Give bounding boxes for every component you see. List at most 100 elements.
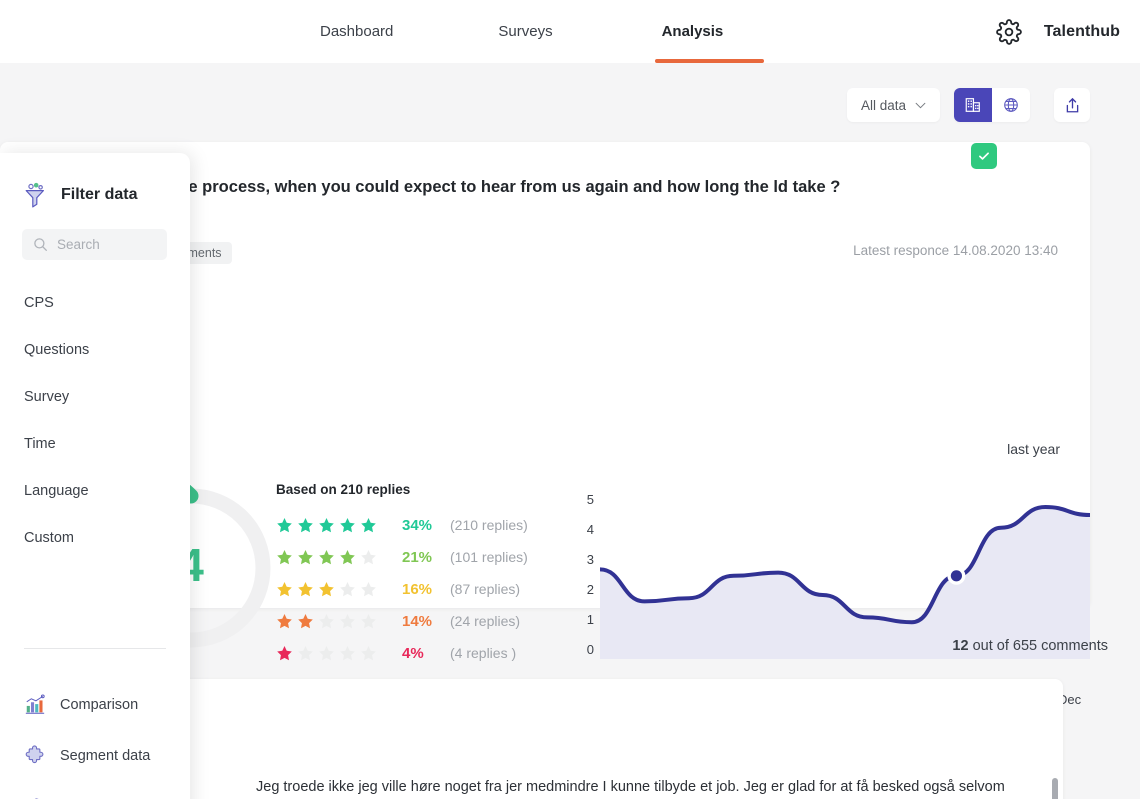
- filter-item-survey[interactable]: Survey: [24, 373, 174, 420]
- chart-highlight-point[interactable]: [600, 499, 1090, 659]
- star-icon: [361, 549, 376, 564]
- share-upload-icon: [1066, 97, 1078, 112]
- star-icon: [340, 517, 355, 532]
- comments-count-text: out of 655 comments: [968, 638, 1108, 654]
- star-icon: [340, 549, 355, 564]
- distribution-replies: (101 replies): [450, 549, 528, 565]
- filter-panel-title: Filter data: [61, 186, 138, 203]
- nav-right-group: Talenthub: [996, 0, 1120, 63]
- star-icon: [319, 613, 334, 628]
- export-button[interactable]: [1054, 88, 1090, 122]
- chart-plot-area: [600, 499, 1090, 659]
- star-icon: [319, 645, 334, 660]
- distribution-replies: (4 replies ): [450, 645, 517, 661]
- search-box[interactable]: [22, 229, 167, 260]
- chart-period-label: last year: [1007, 441, 1060, 457]
- top-navigation-bar: Dashboard Surveys Analysis Talenthub: [0, 0, 1140, 63]
- distribution-percent: 21%: [402, 548, 433, 566]
- star-icon: [340, 645, 355, 660]
- bar-chart-icon: [25, 694, 45, 714]
- app-root: Dashboard Surveys Analysis Talenthub All…: [0, 0, 1140, 799]
- puzzle-icon: [25, 744, 44, 763]
- filter-panel-header: Filter data: [22, 181, 137, 209]
- filter-tools-list: Comparison Segment data Saved filters: [24, 679, 184, 799]
- tool-saved-filters[interactable]: Saved filters: [24, 781, 184, 799]
- distribution-replies: (24 replies): [450, 613, 521, 629]
- rating-distribution: Based on 210 replies 34% (210 replies) 21%…: [276, 482, 528, 669]
- distribution-row[interactable]: 16% (87 replies): [276, 573, 528, 605]
- globe-icon: [1004, 98, 1018, 112]
- filter-item-questions[interactable]: Questions: [24, 326, 174, 373]
- star-rating: [276, 517, 388, 534]
- active-tab-underline: [655, 59, 764, 63]
- building-icon: [965, 98, 980, 112]
- star-icon: [361, 581, 376, 596]
- star-icon: [361, 613, 376, 628]
- gear-icon[interactable]: [996, 18, 1022, 45]
- comments-count: 12 out of 655 comments: [952, 638, 1108, 654]
- star-icon: [277, 549, 292, 564]
- distribution-percent: 4%: [402, 644, 424, 662]
- tab-analysis[interactable]: Analysis: [662, 0, 724, 63]
- tool-label: Segment data: [60, 747, 151, 764]
- filter-item-label: Custom: [24, 529, 74, 546]
- tab-dashboard-label: Dashboard: [320, 23, 394, 40]
- panel-divider: [24, 648, 166, 649]
- filter-item-label: Survey: [24, 388, 70, 405]
- star-icon: [298, 549, 313, 564]
- filter-item-language[interactable]: Language: [24, 467, 174, 514]
- chevron-down-icon: [915, 102, 926, 108]
- tool-comparison[interactable]: Comparison: [24, 679, 184, 730]
- star-icon: [319, 517, 334, 532]
- check-icon: [979, 152, 989, 160]
- global-view-button[interactable]: [992, 88, 1030, 122]
- distribution-row[interactable]: 14% (24 replies): [276, 605, 528, 637]
- star-icon: [277, 581, 292, 596]
- status-badge: [971, 143, 997, 169]
- distribution-rows: 34% (210 replies) 21% (101 replies) 16% (87 r…: [276, 509, 528, 669]
- pie-chart-icon: [35, 797, 40, 799]
- chart-y-axis: 5 4 3 2 1 0: [578, 485, 594, 665]
- search-input[interactable]: [57, 237, 149, 252]
- filter-item-cps[interactable]: CPS: [24, 279, 174, 326]
- brand-name: Talenthub: [1043, 22, 1120, 40]
- tool-segment-data[interactable]: Segment data: [24, 730, 184, 781]
- tab-surveys[interactable]: Surveys: [498, 0, 552, 63]
- filter-panel: Filter data CPS Questions Survey Time Langua…: [0, 153, 190, 799]
- filter-funnel-icon: [25, 182, 44, 208]
- distribution-row[interactable]: 4% (4 replies ): [276, 637, 528, 669]
- filter-item-label: Questions: [24, 341, 90, 358]
- page-body: All data y from the start of the process…: [0, 63, 1140, 799]
- filter-item-label: Time: [24, 435, 56, 452]
- view-toggle-group: [954, 88, 1030, 122]
- filter-category-list: CPS Questions Survey Time Language Custom: [24, 279, 174, 561]
- distribution-row[interactable]: 21% (101 replies): [276, 541, 528, 573]
- star-icon: [340, 581, 355, 596]
- star-icon: [298, 645, 313, 660]
- distribution-percent: 14%: [402, 612, 433, 630]
- trend-chart: last year 543210 JanFebMarAprMayJunJulAu…: [570, 427, 1070, 717]
- chart-y-tick: 2: [586, 582, 594, 597]
- chart-y-tick: 5: [586, 492, 594, 507]
- star-icon: [361, 517, 376, 532]
- company-view-button[interactable]: [954, 88, 992, 122]
- data-scope-dropdown[interactable]: All data: [846, 88, 940, 122]
- tab-dashboard[interactable]: Dashboard: [320, 0, 393, 63]
- comments-count-number: 12: [952, 638, 969, 654]
- data-scope-label: All data: [860, 97, 906, 113]
- filter-item-label: Language: [24, 482, 89, 499]
- star-icon: [340, 613, 355, 628]
- star-rating: [276, 645, 388, 662]
- star-icon: [298, 613, 313, 628]
- star-icon: [319, 581, 334, 596]
- distribution-replies: (87 replies): [450, 581, 521, 597]
- distribution-row[interactable]: 34% (210 replies): [276, 509, 528, 541]
- filter-item-custom[interactable]: Custom: [24, 514, 174, 561]
- star-rating: [276, 549, 388, 566]
- comment-text: Jeg troede ikke jeg ville høre noget fra…: [256, 779, 1005, 795]
- star-icon: [298, 517, 313, 532]
- comments-scrollbar-thumb[interactable]: [1052, 778, 1058, 799]
- filter-item-time[interactable]: Time: [24, 420, 174, 467]
- star-icon: [298, 581, 313, 596]
- search-icon: [34, 238, 47, 251]
